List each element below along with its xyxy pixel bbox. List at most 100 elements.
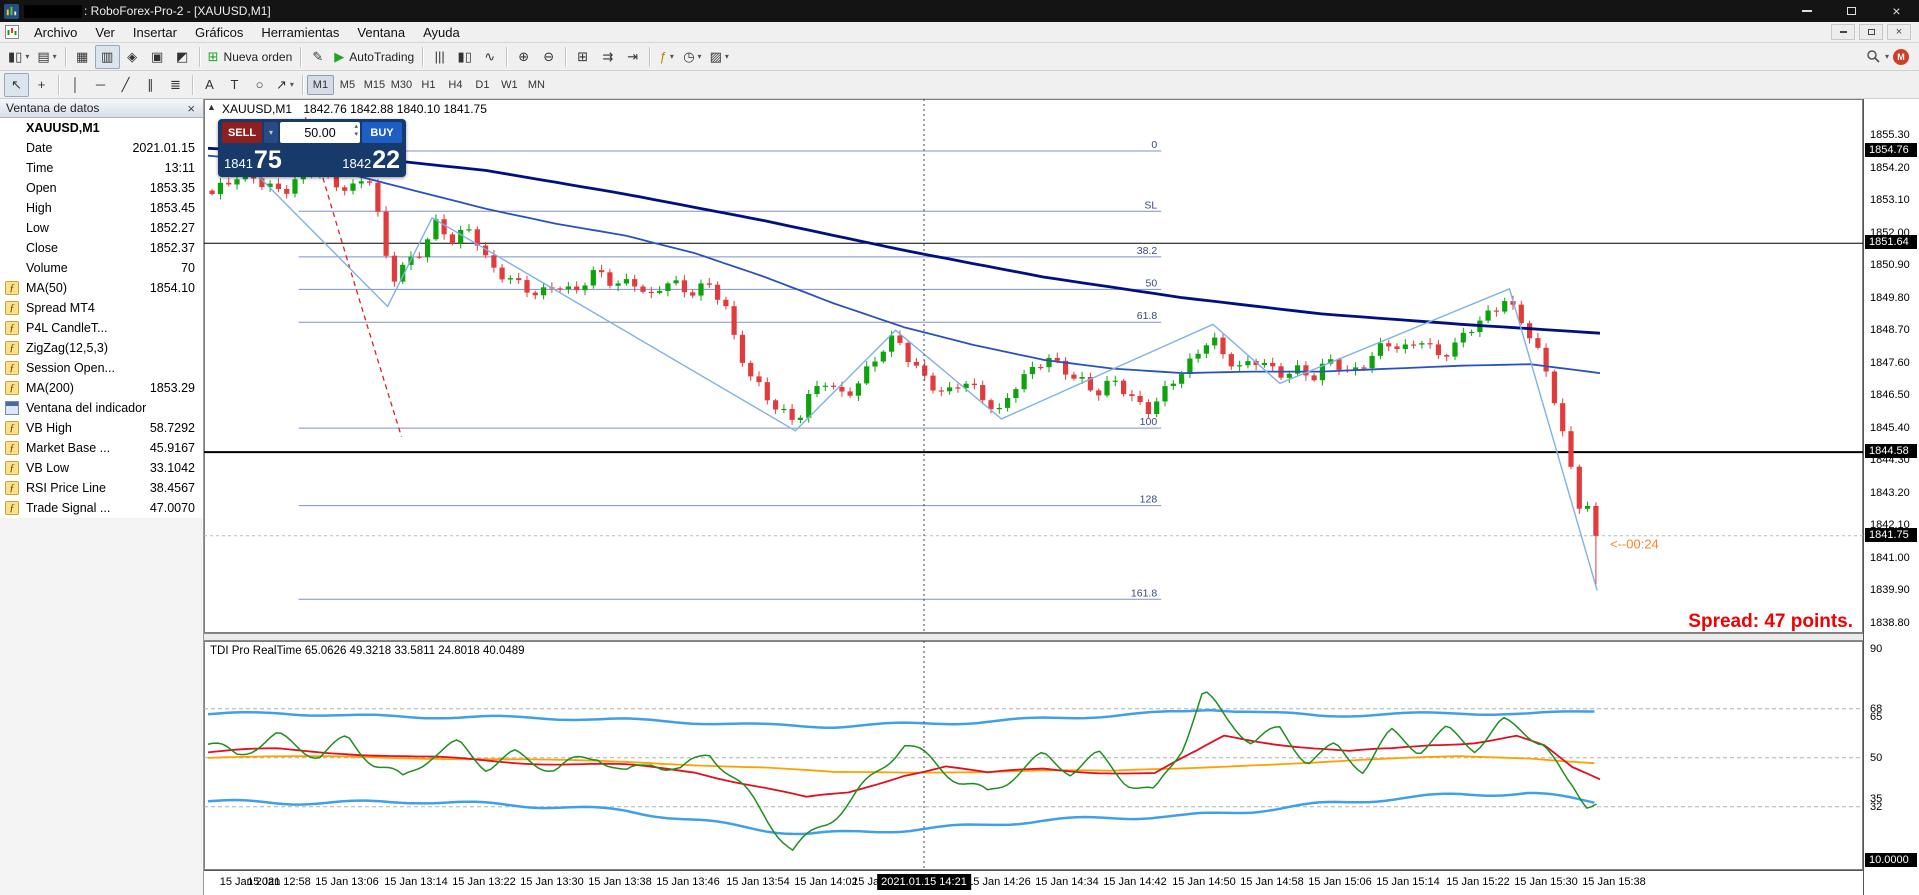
vertical-line-tool-button[interactable]: │ bbox=[63, 73, 88, 97]
menu-item-insertar[interactable]: Insertar bbox=[124, 22, 186, 42]
timeframe-m1[interactable]: M1 bbox=[307, 75, 334, 95]
data-window-row[interactable]: Close1852.37 bbox=[0, 238, 203, 258]
fibonacci-tool-button[interactable]: ≣ bbox=[163, 73, 188, 97]
data-window-row[interactable]: ƒSession Open... bbox=[0, 358, 203, 378]
data-window-row[interactable]: Time13:11 bbox=[0, 158, 203, 178]
cursor-button[interactable]: ↖ bbox=[4, 73, 29, 97]
horizontal-line-tool-button[interactable]: ─ bbox=[88, 73, 113, 97]
menu-item-ventana[interactable]: Ventana bbox=[348, 22, 414, 42]
sell-price[interactable]: 184175 bbox=[224, 147, 282, 174]
data-window-row[interactable]: ƒTrade Signal ...47.0070 bbox=[0, 498, 203, 518]
data-window-row[interactable]: ƒZigZag(12,5,3) bbox=[0, 338, 203, 358]
search-icon[interactable] bbox=[1866, 49, 1881, 64]
menu-item-ayuda[interactable]: Ayuda bbox=[414, 22, 469, 42]
zoom-in-button[interactable]: ⊕ bbox=[511, 45, 536, 69]
new-order-button[interactable]: ⊞Nueva orden bbox=[204, 45, 297, 69]
close-button[interactable]: × bbox=[1874, 0, 1919, 22]
mql5-logo[interactable]: M bbox=[1893, 49, 1909, 65]
child-restore-button[interactable] bbox=[1859, 24, 1883, 40]
restore-button[interactable] bbox=[1829, 0, 1874, 22]
menu-item-herramientas[interactable]: Herramientas bbox=[252, 22, 348, 42]
data-window-row[interactable]: ƒSpread MT4 bbox=[0, 298, 203, 318]
channel-tool-button[interactable]: ∥ bbox=[138, 73, 163, 97]
data-window-row[interactable]: Open1853.35 bbox=[0, 178, 203, 198]
text-tool-button[interactable]: A bbox=[197, 73, 222, 97]
timeframe-h4[interactable]: H4 bbox=[442, 75, 469, 95]
new-chart-dropdown-icon[interactable]: ▾ bbox=[25, 52, 29, 61]
price-scale[interactable]: 1855.301854.201853.101852.001850.901849.… bbox=[1863, 99, 1919, 895]
crosshair-button[interactable]: + bbox=[29, 73, 54, 97]
autotrading-button[interactable]: ▶AutoTrading bbox=[330, 45, 418, 69]
market-watch-button[interactable]: ▦ bbox=[70, 45, 95, 69]
data-window-row[interactable]: ƒVB Low33.1042 bbox=[0, 458, 203, 478]
data-window-row[interactable]: ƒMarket Base ...45.9167 bbox=[0, 438, 203, 458]
navigator-button[interactable]: ◈ bbox=[120, 45, 145, 69]
menu-item-ver[interactable]: Ver bbox=[86, 22, 124, 42]
templates-button[interactable]: ▨▾ bbox=[706, 45, 733, 69]
child-minimize-button[interactable] bbox=[1831, 24, 1855, 40]
zoom-out-button[interactable]: ⊖ bbox=[536, 45, 561, 69]
arrows-tool-button[interactable]: ↗▾ bbox=[272, 73, 298, 97]
data-window-row[interactable]: Ventana del indicador 1 bbox=[0, 398, 203, 418]
data-window-button[interactable]: ▥ bbox=[95, 45, 120, 69]
chart-bars-button[interactable]: ||| bbox=[427, 45, 452, 69]
profiles-button[interactable]: ▤▾ bbox=[33, 45, 60, 69]
data-window-row[interactable]: High1853.45 bbox=[0, 198, 203, 218]
trendline-tool-button[interactable]: ╱ bbox=[113, 73, 138, 97]
main-chart[interactable]: 0SL38.25061.8100128161.8<--00:24Spread: … bbox=[204, 99, 1863, 633]
data-window-row[interactable]: ƒP4L CandleT... bbox=[0, 318, 203, 338]
arrows-tool-dropdown-icon[interactable]: ▾ bbox=[290, 80, 294, 89]
data-window-row[interactable]: Date2021.01.15 bbox=[0, 138, 203, 158]
data-window-row[interactable]: ƒRSI Price Line38.4567 bbox=[0, 478, 203, 498]
timeframe-m15[interactable]: M15 bbox=[361, 75, 388, 95]
volume-up-icon[interactable]: ▴ bbox=[354, 123, 358, 131]
chart-shift-button[interactable]: ⇥ bbox=[620, 45, 645, 69]
templates-dropdown-icon[interactable]: ▾ bbox=[725, 52, 729, 61]
menu-item-gráficos[interactable]: Gráficos bbox=[186, 22, 252, 42]
data-window-row[interactable]: Low1852.27 bbox=[0, 218, 203, 238]
shapes-tool-button[interactable]: ○ bbox=[247, 73, 272, 97]
indicators-button[interactable]: ƒ▾ bbox=[654, 45, 679, 69]
timeframe-mn[interactable]: MN bbox=[523, 75, 550, 95]
profiles-dropdown-icon[interactable]: ▾ bbox=[53, 52, 57, 61]
chart-candles-button[interactable]: ▮▯ bbox=[452, 45, 477, 69]
periods-dropdown-icon[interactable]: ▾ bbox=[698, 52, 702, 61]
volume-down-icon[interactable]: ▾ bbox=[354, 131, 358, 139]
volume-spinner[interactable]: ▴▾ bbox=[354, 123, 358, 139]
tile-windows-button[interactable]: ⊞ bbox=[570, 45, 595, 69]
time-axis[interactable]: 15 Jan 202115 Jan 12:5815 Jan 13:0615 Ja… bbox=[204, 870, 1863, 895]
chart-line-button[interactable]: ∿ bbox=[477, 45, 502, 69]
data-window-row[interactable]: ƒMA(50)1854.10 bbox=[0, 278, 203, 298]
data-window-row[interactable]: XAUUSD,M1 bbox=[0, 118, 203, 138]
child-close-button[interactable]: × bbox=[1887, 24, 1911, 40]
new-chart-button[interactable]: ▮▯▾ bbox=[4, 45, 33, 69]
indicator-subwindow[interactable]: TDI Pro RealTime 65.0626 49.3218 33.5811… bbox=[204, 641, 1863, 870]
timeframe-h1[interactable]: H1 bbox=[415, 75, 442, 95]
search-dropdown-icon[interactable]: ▾ bbox=[1885, 52, 1889, 61]
buy-button[interactable]: BUY bbox=[362, 122, 402, 143]
timeframe-d1[interactable]: D1 bbox=[469, 75, 496, 95]
indicators-dropdown-icon[interactable]: ▾ bbox=[670, 52, 674, 61]
panel-splitter[interactable] bbox=[204, 633, 1863, 641]
sell-button[interactable]: SELL bbox=[222, 122, 262, 143]
data-window-close-icon[interactable]: × bbox=[185, 101, 197, 116]
sell-dropdown-icon[interactable]: ▾ bbox=[264, 122, 278, 143]
data-window-row[interactable]: Volume70 bbox=[0, 258, 203, 278]
timeframe-m30[interactable]: M30 bbox=[388, 75, 415, 95]
metaeditor-button[interactable]: ✎ bbox=[305, 45, 330, 69]
timeframe-w1[interactable]: W1 bbox=[496, 75, 523, 95]
data-window-row[interactable]: ƒVB High58.7292 bbox=[0, 418, 203, 438]
data-window-row[interactable]: ƒMA(200)1853.29 bbox=[0, 378, 203, 398]
menu-item-archivo[interactable]: Archivo bbox=[25, 22, 86, 42]
label-tool-button[interactable]: T bbox=[222, 73, 247, 97]
buy-price[interactable]: 184222 bbox=[342, 147, 400, 174]
minimize-button[interactable] bbox=[1784, 0, 1829, 22]
volume-input[interactable]: 50.00 ▴▾ bbox=[280, 122, 360, 143]
periods-button[interactable]: ◷▾ bbox=[679, 45, 705, 69]
strategy-tester-button[interactable]: ◩ bbox=[170, 45, 195, 69]
terminal-button[interactable]: ▣ bbox=[145, 45, 170, 69]
volume-value: 50.00 bbox=[304, 126, 335, 140]
auto-scroll-button[interactable]: ⇉ bbox=[595, 45, 620, 69]
panel-collapse-icon[interactable]: ▲ bbox=[207, 102, 216, 112]
timeframe-m5[interactable]: M5 bbox=[334, 75, 361, 95]
